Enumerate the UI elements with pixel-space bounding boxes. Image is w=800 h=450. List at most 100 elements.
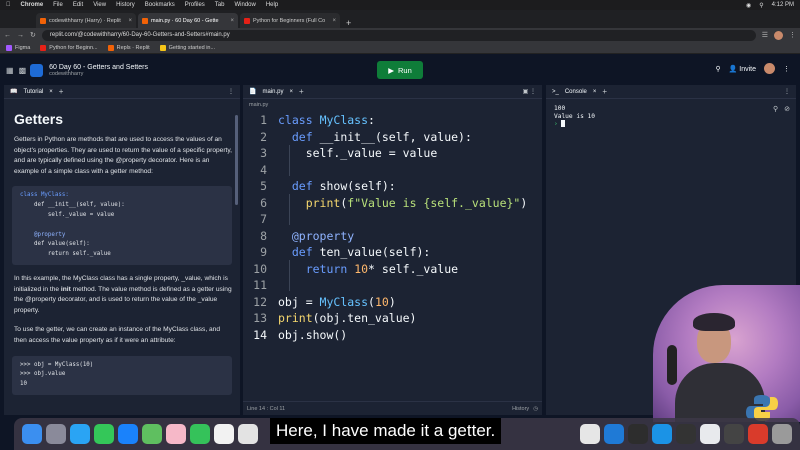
close-tab-icon[interactable]: × <box>128 18 132 24</box>
panel-menu-icon[interactable]: ▣ ⋮ <box>523 88 536 95</box>
tab-main-py[interactable]: main.py <box>262 89 283 95</box>
browser-tab-active[interactable]: main.py · 60 Day 60 - Gette × <box>138 13 238 28</box>
back-icon[interactable]: ← <box>4 32 11 39</box>
sidebar-toggle-icon[interactable]: ▦ <box>6 66 14 75</box>
tutorial-scrollbar[interactable] <box>235 115 238 205</box>
console-output[interactable]: 100 Value is 10 › <box>546 99 796 134</box>
replit-icon <box>107 44 114 51</box>
add-tab-icon[interactable]: + <box>299 87 304 96</box>
tab-tutorial[interactable]: Tutorial <box>23 89 43 95</box>
menu-clock[interactable]: 4:12 PM <box>772 2 794 8</box>
close-tab-icon[interactable]: × <box>290 89 294 95</box>
apple-icon[interactable]:  <box>6 2 11 8</box>
add-tab-icon[interactable]: + <box>602 87 607 96</box>
tutorial-content: Getters Getters in Python are methods th… <box>4 99 240 395</box>
terminal-app-icon[interactable] <box>628 424 648 444</box>
bookmark-getting-started[interactable]: Getting started in... <box>159 44 215 51</box>
search-icon[interactable]: ⚲ <box>759 2 763 9</box>
menu-profiles[interactable]: Profiles <box>185 2 205 8</box>
wifi-icon[interactable]: ◉ <box>746 2 751 9</box>
code-line: @property <box>291 228 355 243</box>
editor-tab-header: 📄 main.py × + ▣ ⋮ <box>243 85 542 99</box>
calendar-icon[interactable] <box>214 424 234 444</box>
close-tab-icon[interactable]: × <box>332 18 336 24</box>
bookmark-repls[interactable]: Repls · Replit <box>107 44 150 51</box>
bookmark-python[interactable]: Python for Beginn... <box>40 44 98 51</box>
close-tab-icon[interactable]: × <box>49 89 53 95</box>
facetime-icon[interactable] <box>190 424 210 444</box>
bookmark-label: Python for Beginn... <box>49 44 98 51</box>
chrome-icon[interactable] <box>580 424 600 444</box>
extensions-icon[interactable]: ☰ <box>762 31 768 39</box>
prompt-chevron-icon: › <box>554 120 558 128</box>
launchpad-icon[interactable] <box>46 424 66 444</box>
menu-history[interactable]: History <box>116 2 135 8</box>
repl-owner: codewithharry <box>49 70 84 77</box>
chrome-menu-icon[interactable]: ⋮ <box>789 31 796 39</box>
url-bar[interactable]: replit.com/@codewithharry/60-Day-60-Gett… <box>41 29 756 41</box>
forward-icon[interactable]: → <box>17 32 24 39</box>
contacts-icon[interactable] <box>238 424 258 444</box>
repl-info[interactable]: 60 Day 60 - Getters and Setters codewith… <box>49 64 148 77</box>
messages-icon[interactable] <box>94 424 114 444</box>
browser-tab[interactable]: Python for Beginners (Full Co × <box>240 13 340 28</box>
bookmarks-bar: Figma Python for Beginn... Repls · Repli… <box>0 42 800 54</box>
close-tab-icon[interactable]: × <box>230 18 234 24</box>
menu-bookmarks[interactable]: Bookmarks <box>145 2 175 8</box>
skype-icon[interactable] <box>652 424 672 444</box>
more-menu-icon[interactable]: ⋮ <box>783 65 790 73</box>
github-icon[interactable] <box>676 424 696 444</box>
history-label: History <box>512 405 530 412</box>
new-tab-icon[interactable]: + <box>342 18 355 28</box>
close-tab-icon[interactable]: × <box>593 89 597 95</box>
app-icon[interactable] <box>700 424 720 444</box>
menu-window[interactable]: Window <box>234 2 255 8</box>
filezilla-icon[interactable] <box>748 424 768 444</box>
panel-menu-icon[interactable]: ⋮ <box>228 88 234 95</box>
app-icon[interactable] <box>724 424 744 444</box>
search-icon[interactable]: ⚲ <box>715 65 720 73</box>
menu-file[interactable]: File <box>53 2 63 8</box>
tab-console[interactable]: Console <box>565 89 587 95</box>
code-line: def __init__(self, value): <box>291 129 472 144</box>
invite-button[interactable]: 👤 Invite <box>729 65 756 73</box>
apps-grid-icon[interactable]: ▩ <box>19 66 27 75</box>
code-line: >>> obj = MyClass(10) <box>20 361 94 368</box>
clear-console-icon[interactable]: ⊘ <box>784 105 790 113</box>
line-number: 14 <box>253 327 267 342</box>
profile-avatar[interactable] <box>774 30 783 40</box>
panel-menu-icon[interactable]: ⋮ <box>784 88 790 95</box>
run-button[interactable]: ▶ Run <box>377 61 423 79</box>
browser-tab[interactable]: codewithharry (Harry) · Replit × <box>36 13 136 28</box>
line-number: 4 <box>260 162 267 177</box>
menu-tab[interactable]: Tab <box>215 2 225 8</box>
mail-icon[interactable] <box>118 424 138 444</box>
search-icon[interactable]: ⚲ <box>773 105 778 113</box>
photos-icon[interactable] <box>166 424 186 444</box>
trash-icon[interactable] <box>772 424 792 444</box>
file-breadcrumb[interactable]: main.py <box>243 99 542 111</box>
line-number: 10 <box>253 261 267 276</box>
line-number: 9 <box>260 245 267 259</box>
menu-view[interactable]: View <box>93 2 106 8</box>
history-button[interactable]: History ◷ <box>512 406 538 412</box>
add-tab-icon[interactable]: + <box>59 87 64 96</box>
maps-icon[interactable] <box>142 424 162 444</box>
bookmark-figma[interactable]: Figma <box>6 44 30 51</box>
vscode-icon[interactable] <box>604 424 624 444</box>
finder-icon[interactable] <box>22 424 42 444</box>
code-line: class MyClass: <box>278 113 375 127</box>
user-avatar[interactable] <box>764 63 775 74</box>
reload-icon[interactable]: ↻ <box>30 31 36 39</box>
code-line: def show(self): <box>291 179 396 193</box>
indent-guide <box>289 144 290 176</box>
safari-icon[interactable] <box>70 424 90 444</box>
menu-app-name[interactable]: Chrome <box>21 2 44 8</box>
repl-logo[interactable] <box>30 63 44 77</box>
menu-edit[interactable]: Edit <box>73 2 83 8</box>
bold-text: init <box>60 285 71 293</box>
console-line: 100 <box>554 105 566 112</box>
code-line: self._value = value <box>20 211 115 218</box>
menu-help[interactable]: Help <box>266 2 278 8</box>
invite-label: Invite <box>739 65 756 73</box>
